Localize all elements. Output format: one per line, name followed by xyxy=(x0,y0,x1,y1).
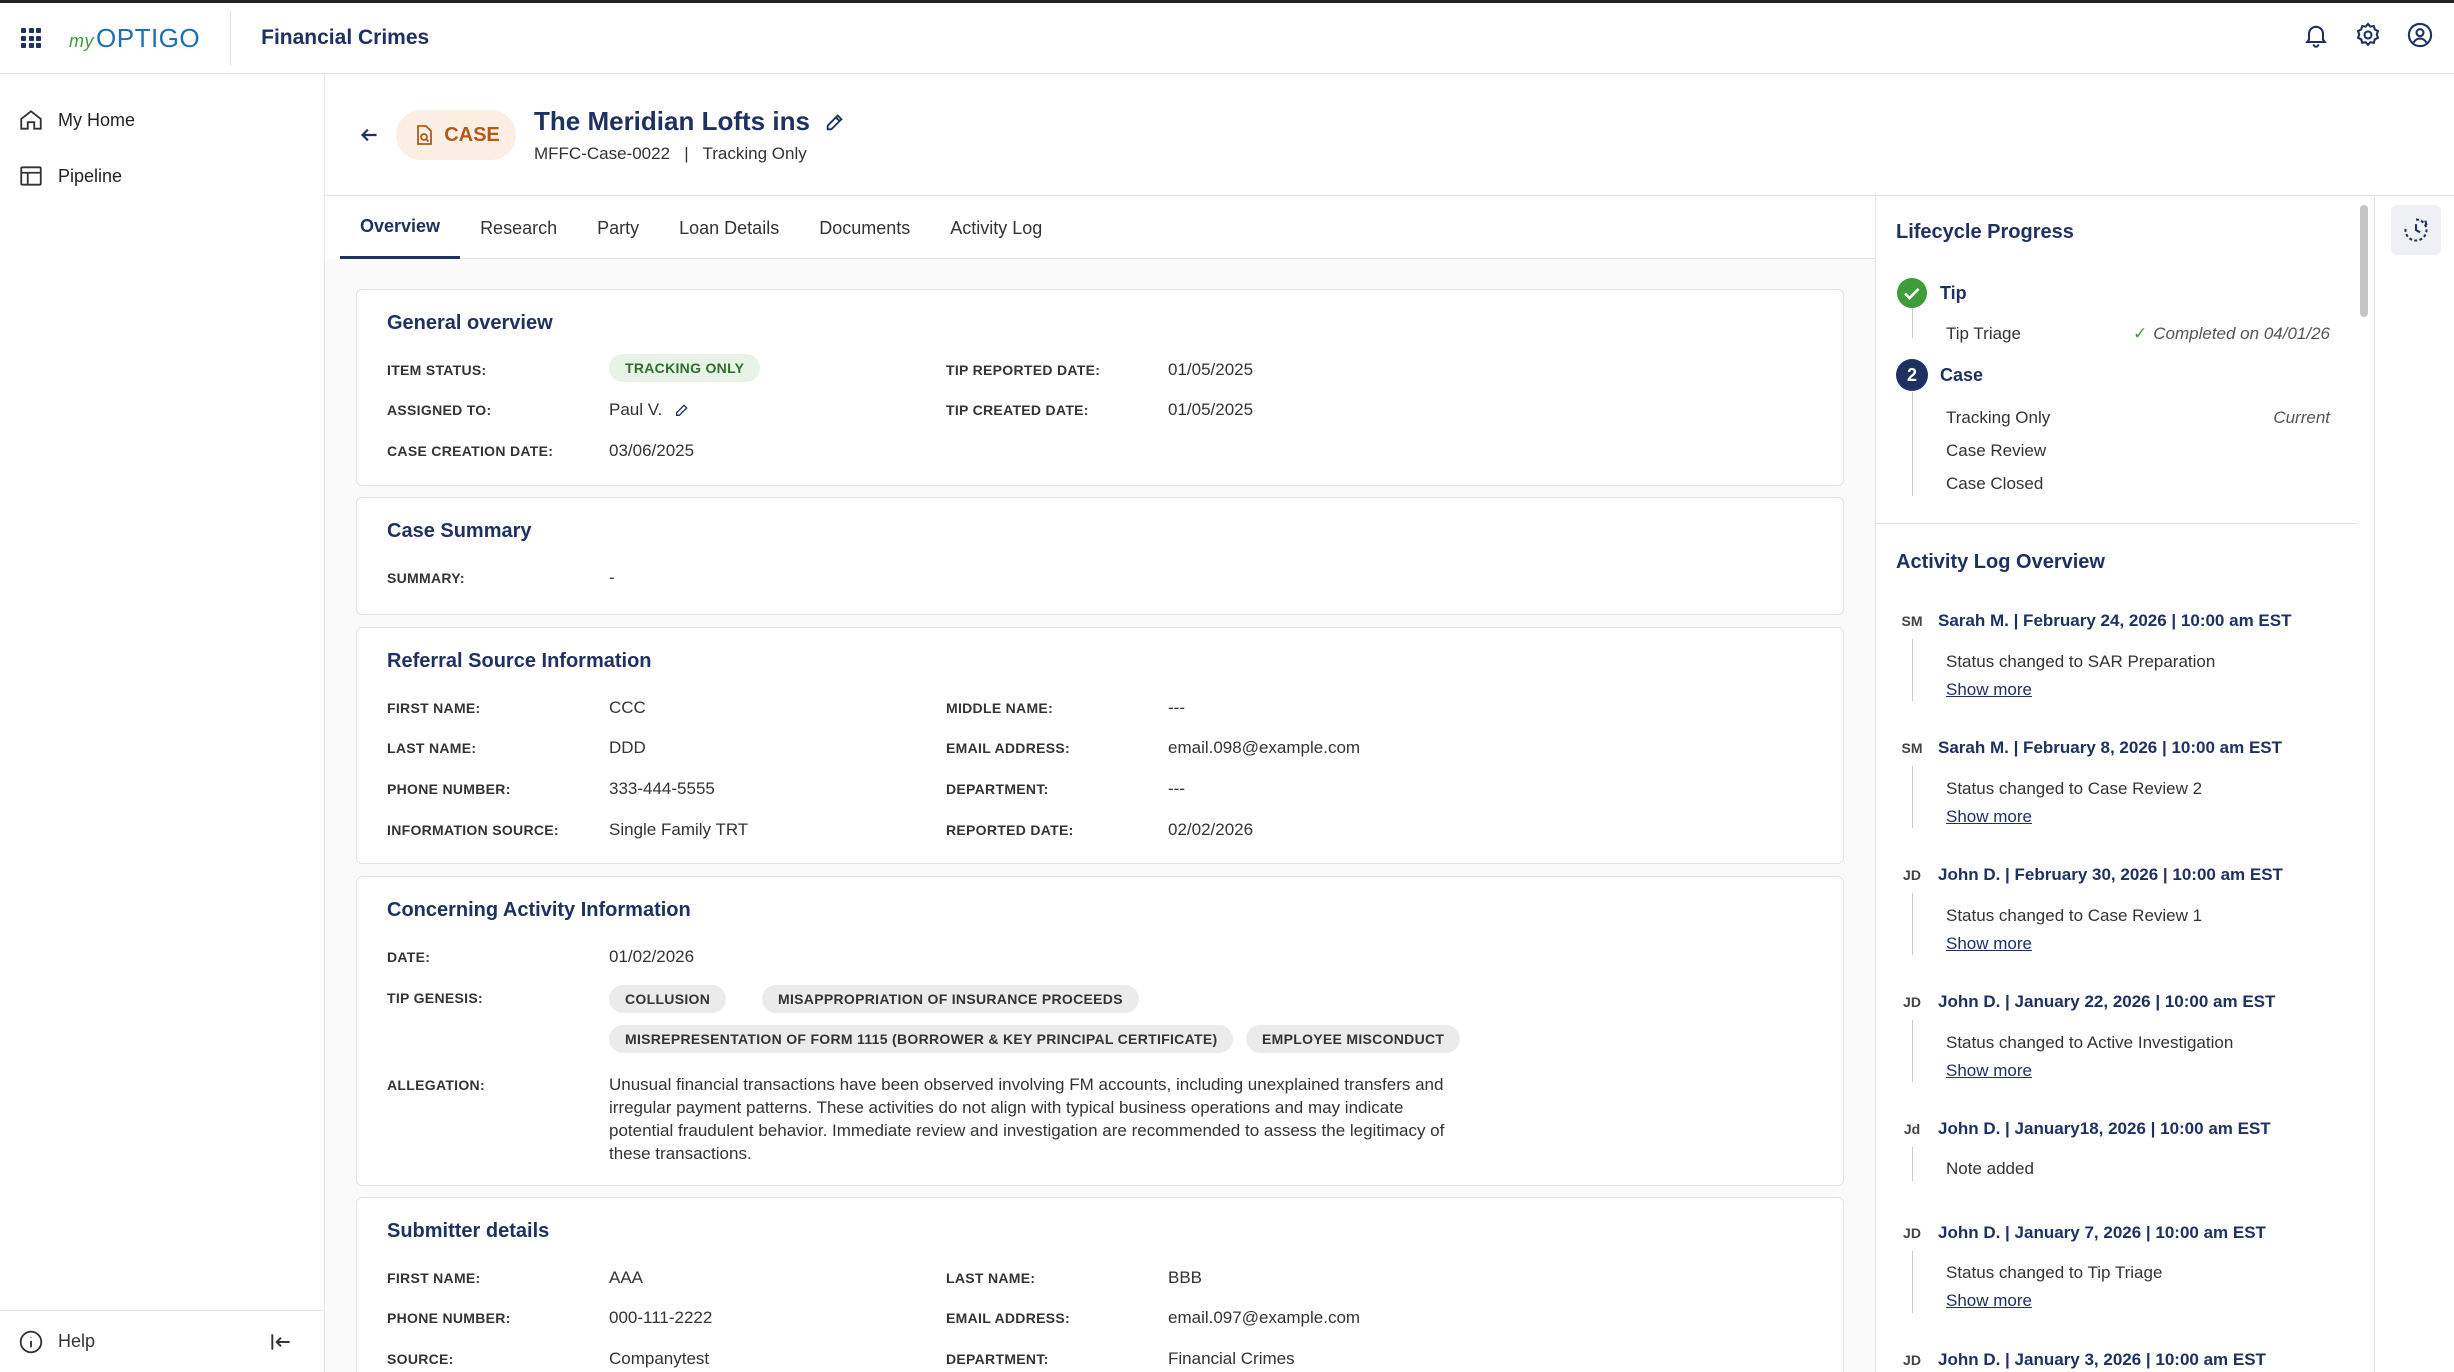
help-link[interactable]: Help xyxy=(0,1310,324,1372)
edit-icon[interactable] xyxy=(824,111,846,133)
concerning-activity-card: Concerning Activity Information DATE: 01… xyxy=(356,876,1844,1186)
allegation-text: Unusual financial transactions have been… xyxy=(609,1075,1445,1163)
section-title: General overview xyxy=(387,312,553,334)
submitter-details-card: Submitter details FIRST NAME: AAA PHONE … xyxy=(356,1197,1844,1372)
lifecycle-title: Lifecycle Progress xyxy=(1896,221,2074,243)
activity-entry: Jd John D. | January18, 2026 | 10:00 am … xyxy=(1896,1115,2271,1143)
case-summary-card: Case Summary SUMMARY: - xyxy=(356,497,1844,615)
divider xyxy=(230,11,232,65)
tag-chip: MISAPPROPRIATION OF INSURANCE PROCEEDS xyxy=(762,985,1139,1013)
edit-icon[interactable] xyxy=(674,402,690,418)
activity-entry: SM Sarah M. | February 24, 2026 | 10:00 … xyxy=(1896,607,2292,635)
avatar: JD xyxy=(1903,1225,1921,1241)
show-more-link[interactable]: Show more xyxy=(1946,680,2032,700)
activity-entry: JD John D. | January 3, 2026 | 10:00 am … xyxy=(1896,1346,2266,1372)
tab-bar: Overview Research Party Loan Details Doc… xyxy=(340,197,1875,259)
lifecycle-stage-tip: Tip xyxy=(1896,277,1967,309)
tab-documents[interactable]: Documents xyxy=(799,197,930,259)
current-label: Current xyxy=(2273,408,2330,427)
sidebar-item-pipeline[interactable]: Pipeline xyxy=(0,148,324,204)
case-id: MFFC-Case-0022 xyxy=(534,144,671,163)
case-header: CASE The Meridian Lofts ins MFFC-Case-00… xyxy=(326,74,2454,196)
avatar: Jd xyxy=(1903,1121,1921,1137)
check-icon: ✓ xyxy=(2133,324,2148,343)
bell-icon[interactable] xyxy=(2302,21,2330,49)
section-title: Case Summary xyxy=(387,520,532,542)
info-icon xyxy=(19,1330,43,1353)
sidebar-item-my-home[interactable]: My Home xyxy=(0,92,324,148)
lifecycle-step: Tracking Only xyxy=(1946,408,2051,427)
section-title: Submitter details xyxy=(387,1220,550,1242)
avatar: JD xyxy=(1903,867,1921,883)
user-account-icon[interactable] xyxy=(2406,21,2434,49)
collapse-sidebar-icon[interactable] xyxy=(268,1329,294,1355)
activity-entry: JD John D. | January 22, 2026 | 10:00 am… xyxy=(1896,988,2275,1016)
app-grid-icon[interactable] xyxy=(21,28,41,48)
activity-entry: SM Sarah M. | February 8, 2026 | 10:00 a… xyxy=(1896,734,2283,762)
logo[interactable]: my OPTIGO xyxy=(69,23,200,54)
general-overview-card: General overview ITEM STATUS: TRACKING O… xyxy=(356,289,1844,486)
avatar: SM xyxy=(1901,740,1923,756)
completed-note: ✓ Completed on 04/01/26 xyxy=(2133,324,2330,343)
avatar: JD xyxy=(1903,1352,1921,1368)
tag-chip: MISREPRESENTATION OF FORM 1115 (BORROWER… xyxy=(609,1025,1234,1053)
lifecycle-stage-case: 2 Case xyxy=(1896,359,1983,391)
history-icon xyxy=(2404,218,2428,242)
lifecycle-step: Case Review xyxy=(1946,441,2047,460)
tab-party[interactable]: Party xyxy=(577,197,659,259)
page-title: The Meridian Lofts ins xyxy=(534,106,846,137)
tab-activity-log[interactable]: Activity Log xyxy=(930,197,1062,259)
tab-overview[interactable]: Overview xyxy=(340,197,461,259)
show-more-link[interactable]: Show more xyxy=(1946,934,2032,954)
sidebar-item-label: Pipeline xyxy=(58,165,123,186)
check-circle-icon xyxy=(1897,278,1927,308)
tab-research[interactable]: Research xyxy=(460,197,577,259)
app-title: Financial Crimes xyxy=(261,26,430,49)
activity-entry: JD John D. | February 30, 2026 | 10:00 a… xyxy=(1896,861,2283,889)
lifecycle-step: Tip Triage xyxy=(1946,324,2021,343)
show-more-link[interactable]: Show more xyxy=(1946,1291,2032,1311)
table-icon xyxy=(20,166,42,186)
case-subtitle: MFFC-Case-0022 | Tracking Only xyxy=(534,144,807,163)
show-more-link[interactable]: Show more xyxy=(1946,807,2032,827)
step-number: 2 xyxy=(1896,359,1928,391)
section-title: Referral Source Information xyxy=(387,650,652,672)
tab-loan-details[interactable]: Loan Details xyxy=(659,197,799,259)
status-badge: TRACKING ONLY xyxy=(609,354,761,382)
sidebar: My Home Pipeline Help xyxy=(0,74,325,1372)
show-more-link[interactable]: Show more xyxy=(1946,1061,2032,1081)
sidebar-item-label: My Home xyxy=(58,109,136,130)
activity-entry: JD John D. | January 7, 2026 | 10:00 am … xyxy=(1896,1219,2266,1247)
case-type-chip: CASE xyxy=(396,110,516,160)
avatar: SM xyxy=(1901,613,1923,629)
assigned-to: Paul V. xyxy=(609,400,690,420)
back-arrow-icon[interactable] xyxy=(356,122,382,148)
tag-chip: COLLUSION xyxy=(609,985,727,1013)
right-rail xyxy=(2374,197,2454,1372)
home-icon xyxy=(20,110,42,130)
activity-log-title: Activity Log Overview xyxy=(1896,551,2105,573)
main-content[interactable]: General overview ITEM STATUS: TRACKING O… xyxy=(326,259,1875,1372)
document-search-icon xyxy=(417,125,433,145)
case-status: Tracking Only xyxy=(702,144,807,163)
top-bar: my OPTIGO Financial Crimes xyxy=(0,0,2454,74)
help-label: Help xyxy=(58,1331,96,1351)
lifecycle-step: Case Closed xyxy=(1946,474,2044,493)
section-title: Concerning Activity Information xyxy=(387,899,691,921)
avatar: JD xyxy=(1903,994,1921,1010)
tag-chip: EMPLOYEE MISCONDUCT xyxy=(1246,1025,1461,1053)
scrollbar[interactable] xyxy=(2360,205,2368,317)
history-toggle-button[interactable] xyxy=(2391,205,2441,255)
right-panel[interactable]: Lifecycle Progress Tip Tip Triage ✓ Comp… xyxy=(1875,197,2358,1372)
referral-source-card: Referral Source Information FIRST NAME: … xyxy=(356,627,1844,864)
gear-icon[interactable] xyxy=(2354,21,2382,49)
